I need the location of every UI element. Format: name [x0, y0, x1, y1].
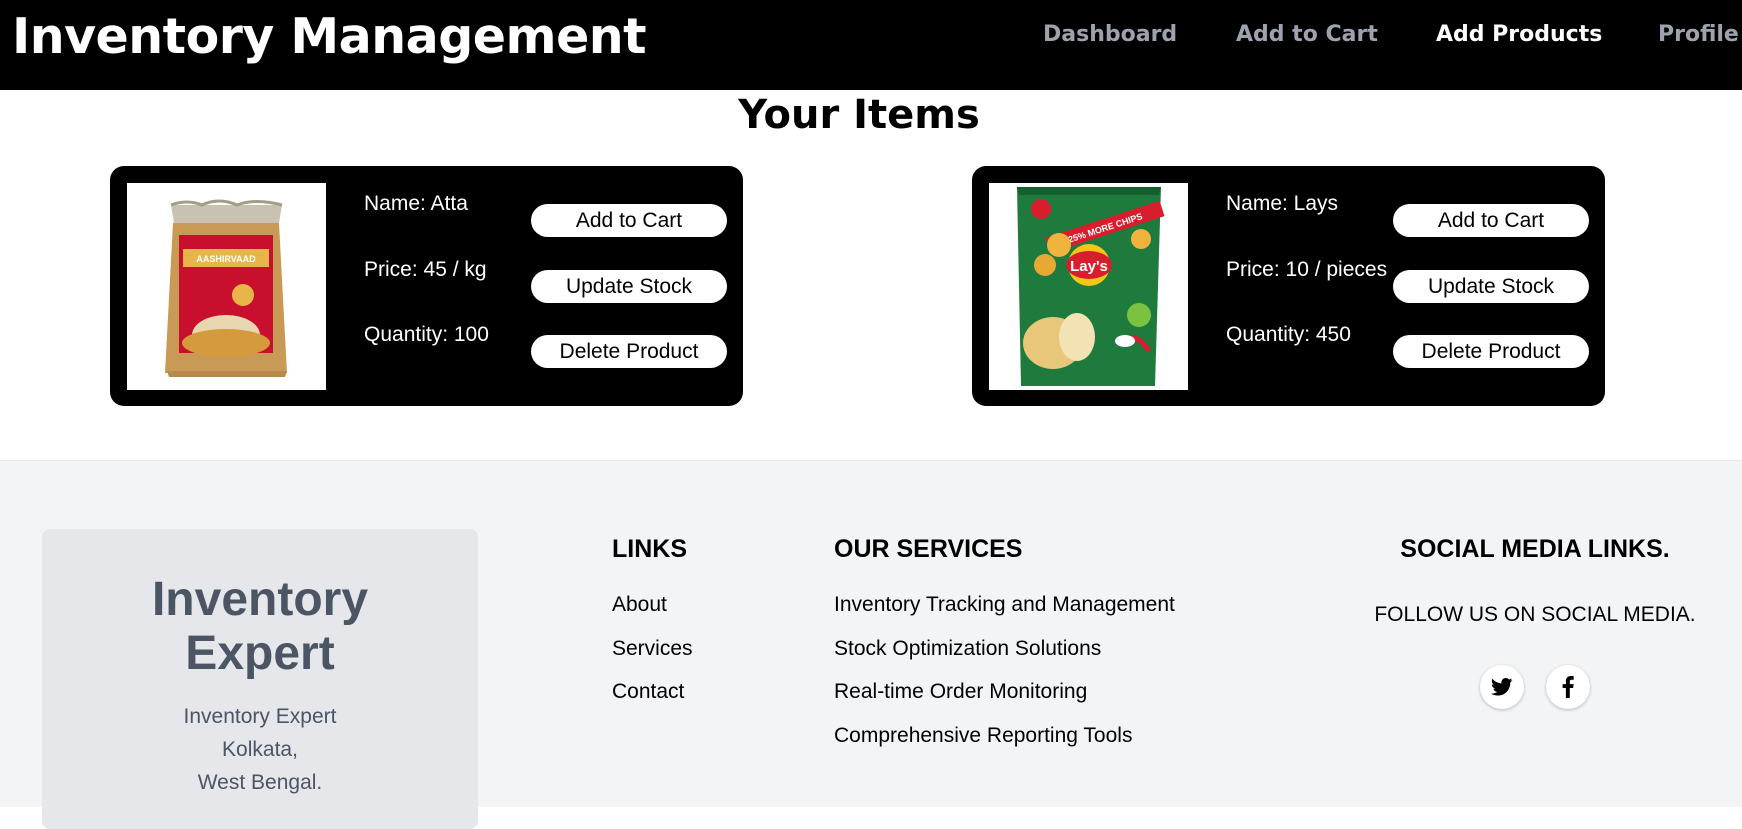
product-price: Price: 10 / pieces [1226, 258, 1388, 281]
social-subheading: FOLLOW US ON SOCIAL MEDIA. [1374, 603, 1696, 626]
about-title: Inventory Expert [42, 573, 478, 681]
links-heading: LINKS [612, 535, 687, 563]
footer-link-about[interactable]: About [612, 593, 667, 617]
nav-profile[interactable]: Profile [1658, 22, 1739, 47]
product-name: Name: Lays [1226, 192, 1339, 215]
product-card-lays: 25% MORE CHIPS Lay's Name: Lays Price: 1… [972, 166, 1605, 406]
service-item[interactable]: Real-time Order Monitoring [834, 680, 1087, 704]
atta-brand-text: AASHIRVAAD [196, 254, 256, 264]
social-heading: SOCIAL MEDIA LINKS. [1400, 535, 1670, 563]
service-item[interactable]: Inventory Tracking and Management [834, 593, 1175, 617]
product-quantity: Quantity: 100 [364, 323, 489, 346]
product-image-atta: AASHIRVAAD [127, 183, 326, 390]
footer-link-contact[interactable]: Contact [612, 680, 684, 704]
delete-product-button[interactable]: Delete Product [1393, 335, 1589, 368]
about-line-company: Inventory Expert [183, 705, 337, 728]
lays-brand-text: Lay's [1070, 258, 1108, 275]
service-item[interactable]: Comprehensive Reporting Tools [834, 724, 1132, 748]
nav-dashboard[interactable]: Dashboard [1043, 22, 1177, 47]
nav-add-to-cart[interactable]: Add to Cart [1236, 22, 1378, 47]
update-stock-button[interactable]: Update Stock [1393, 270, 1589, 303]
services-heading: OUR SERVICES [834, 535, 1023, 563]
footer-link-services[interactable]: Services [612, 637, 693, 661]
twitter-button[interactable] [1480, 665, 1524, 709]
product-name: Name: Atta [364, 192, 468, 215]
about-line-state: West Bengal. [197, 771, 323, 794]
about-title-line1: Inventory [151, 573, 369, 626]
add-to-cart-button[interactable]: Add to Cart [531, 204, 727, 237]
product-quantity: Quantity: 450 [1226, 323, 1351, 346]
product-price: Price: 45 / kg [364, 258, 487, 281]
app-title: Inventory Management [12, 8, 647, 65]
add-to-cart-button[interactable]: Add to Cart [1393, 204, 1589, 237]
section-title: Your Items [738, 92, 980, 138]
about-line-city: Kolkata, [222, 738, 298, 761]
facebook-button[interactable] [1546, 665, 1590, 709]
facebook-icon [1562, 676, 1574, 698]
twitter-icon [1491, 678, 1513, 696]
footer: Inventory Expert Inventory Expert Kolkat… [0, 460, 1742, 829]
about-box: Inventory Expert Inventory Expert Kolkat… [42, 529, 478, 829]
delete-product-button[interactable]: Delete Product [531, 335, 727, 368]
service-item[interactable]: Stock Optimization Solutions [834, 637, 1101, 661]
atta-pack-illustration: AASHIRVAAD [165, 199, 287, 377]
lays-pack-illustration: 25% MORE CHIPS Lay's [1017, 187, 1165, 386]
navbar: Inventory Management Dashboard Add to Ca… [0, 0, 1742, 90]
about-title-line2: Expert [185, 627, 335, 680]
product-card-atta: AASHIRVAAD Name: Atta Price: 45 / kg Qua… [110, 166, 743, 406]
nav-add-products[interactable]: Add Products [1436, 22, 1602, 47]
product-image-lays: 25% MORE CHIPS Lay's [989, 183, 1188, 390]
update-stock-button[interactable]: Update Stock [531, 270, 727, 303]
